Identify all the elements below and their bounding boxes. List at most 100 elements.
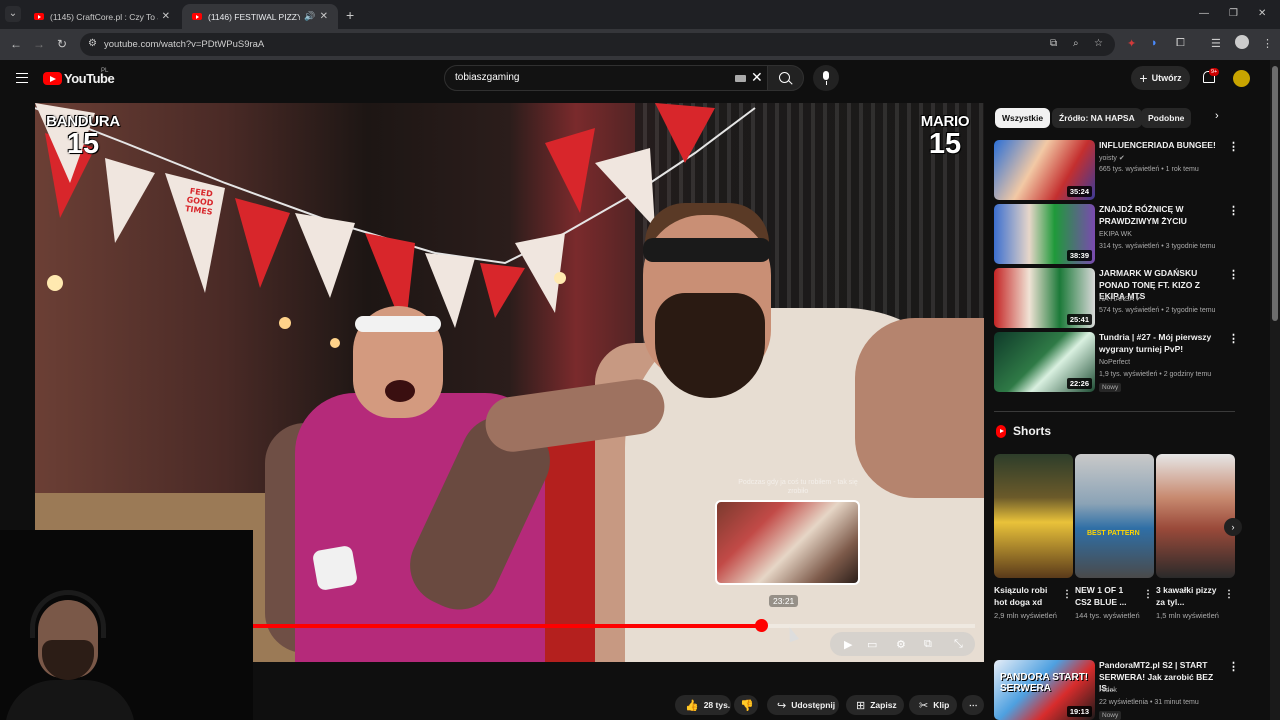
close-window-button[interactable]: ✕ — [1258, 8, 1266, 19]
extension-icon[interactable]: ◗ — [1151, 37, 1158, 49]
shorts-next-arrow-icon[interactable]: › — [1224, 518, 1242, 536]
video-thumbnail[interactable]: PANDORA START! SERWERA 19:13 — [994, 660, 1095, 720]
clip-button[interactable]: ✂ Klip — [909, 695, 957, 715]
browser-menu-icon[interactable]: ⋮ — [1262, 37, 1273, 50]
tab-title: (1146) FESTIWAL PIZZY NA — [208, 11, 301, 22]
video-title[interactable]: PandoraMT2.pl S2 | START SERWERA! Jak za… — [1099, 660, 1224, 695]
video-thumbnail[interactable]: 22:26 — [994, 332, 1095, 392]
more-options-icon[interactable]: ⋮ — [1228, 660, 1239, 673]
more-options-icon[interactable]: ⋮ — [1228, 140, 1239, 153]
speaker-icon[interactable]: 🔊 — [304, 11, 315, 22]
seek-preview-thumbnail — [715, 500, 860, 585]
extensions-puzzle-icon[interactable]: ⧠ — [1176, 37, 1185, 50]
short-item[interactable]: BEST PATTERN NEW 1 OF 1 CS2 BLUE ... 144… — [1075, 454, 1154, 621]
video-thumbnail[interactable]: 25:41 — [994, 268, 1095, 328]
short-item[interactable]: Ksiązulo robi hot doga xd 2,9 mln wyświe… — [994, 454, 1073, 621]
more-actions-button[interactable]: ⋯ — [962, 695, 984, 715]
subtitles-icon[interactable]: ▭ — [867, 638, 877, 651]
channel-name[interactable]: yoisty ✔ — [1099, 154, 1125, 162]
more-options-icon[interactable]: ⋮ — [1228, 204, 1239, 217]
youtube-favicon-icon — [34, 13, 44, 20]
more-options-icon[interactable]: ⋮ — [1062, 589, 1072, 600]
keyboard-icon[interactable] — [735, 75, 746, 82]
extension-icon[interactable]: ✦ — [1127, 37, 1136, 50]
save-button[interactable]: ⊞ Zapisz — [846, 695, 904, 715]
more-options-icon[interactable]: ⋮ — [1228, 268, 1239, 281]
chips-next-arrow-icon[interactable]: › — [1215, 110, 1219, 122]
search-input[interactable] — [455, 72, 725, 83]
chip-related[interactable]: Podobne — [1141, 108, 1192, 128]
youtube-logo-icon[interactable] — [43, 72, 62, 85]
like-button[interactable]: 👍 28 tys. — [675, 695, 731, 715]
player-score: 15 — [66, 128, 100, 160]
video-title[interactable]: Tundria | #27 - Mój pierwszy wygrany tur… — [1099, 332, 1224, 355]
channel-name[interactable]: NA HAPSA ✔ — [1099, 295, 1141, 303]
site-info-icon[interactable]: ⚙ — [88, 38, 97, 49]
country-code: PL — [101, 68, 109, 74]
create-button[interactable]: + Utwórz — [1131, 66, 1190, 90]
chip-source[interactable]: Źródło: NA HAPSA — [1052, 108, 1142, 128]
maximize-button[interactable]: ❐ — [1229, 8, 1238, 19]
back-arrow-icon[interactable]: ← — [10, 37, 22, 51]
more-options-icon[interactable]: ⋮ — [1224, 589, 1234, 600]
new-tab-button[interactable]: + — [346, 7, 354, 23]
voice-search-button[interactable] — [813, 65, 839, 91]
video-thumbnail[interactable]: 38:39 — [994, 204, 1095, 264]
browser-tab-active[interactable]: (1146) FESTIWAL PIZZY NA 🔊 ✕ — [182, 4, 338, 29]
progress-bar[interactable] — [253, 619, 975, 632]
close-tab-icon[interactable]: ✕ — [320, 11, 328, 22]
short-title[interactable]: NEW 1 OF 1 CS2 BLUE ... — [1075, 584, 1141, 608]
dislike-button[interactable]: 👎 — [734, 695, 758, 715]
browser-tab[interactable]: (1145) CraftCore.pl : Czy To Ju ✕ — [24, 4, 180, 29]
minimize-button[interactable]: — — [1199, 8, 1209, 19]
bookmark-star-icon[interactable]: ☆ — [1094, 38, 1103, 49]
fullscreen-icon[interactable]: ⤡ — [954, 638, 963, 651]
more-options-icon[interactable]: ⋮ — [1143, 589, 1153, 600]
video-title[interactable]: ZNAJDŹ RÓŻNICĘ W PRAWDZIWYM ŻYCIU — [1099, 204, 1224, 227]
settings-gear-icon[interactable]: ⚙ — [896, 638, 906, 651]
browser-toolbar: ← → ↻ ⚙ youtube.com/watch?v=PDtWPuS9raA … — [0, 29, 1280, 60]
video-meta: 1,9 tys. wyświetleń • 2 godziny temu — [1099, 371, 1212, 378]
clear-search-icon[interactable]: ✕ — [751, 69, 763, 86]
short-title[interactable]: Ksiązulo robi hot doga xd — [994, 584, 1060, 608]
miniplayer-icon[interactable]: ⧉ — [924, 638, 932, 651]
short-thumbnail[interactable] — [994, 454, 1073, 578]
section-divider — [994, 411, 1235, 412]
profile-avatar[interactable] — [1235, 35, 1249, 49]
recommendation-item[interactable]: 35:24 INFLUENCERIADA BUNGEE! yoisty ✔ 66… — [994, 140, 1239, 200]
forward-arrow-icon[interactable]: → — [33, 37, 45, 51]
new-badge: Nowy — [1099, 711, 1122, 720]
more-options-icon[interactable]: ⋮ — [1228, 332, 1239, 345]
channel-name[interactable]: Hidek — [1099, 687, 1117, 694]
chip-all[interactable]: Wszystkie — [995, 108, 1051, 128]
short-item[interactable]: 3 kawałki pizzy za tyl... 1,5 mln wyświe… — [1156, 454, 1235, 621]
tab-search-button[interactable]: ⌄ — [5, 6, 21, 22]
autoplay-toggle-icon[interactable]: ▶ — [844, 638, 852, 651]
share-button[interactable]: ↪ Udostępnij — [767, 695, 839, 715]
shorts-title: Shorts — [1013, 424, 1052, 438]
video-title[interactable]: INFLUENCERIADA BUNGEE! — [1099, 140, 1224, 152]
video-thumbnail[interactable]: 35:24 — [994, 140, 1095, 200]
short-thumbnail[interactable] — [1156, 454, 1235, 578]
close-tab-icon[interactable]: ✕ — [162, 11, 170, 22]
search-button[interactable] — [767, 65, 804, 91]
recommendation-item[interactable]: PANDORA START! SERWERA 19:13 PandoraMT2.… — [994, 660, 1239, 720]
short-title[interactable]: 3 kawałki pizzy za tyl... — [1156, 584, 1222, 608]
video-meta: 574 tys. wyświetleń • 2 tygodnie temu — [1099, 307, 1216, 314]
recommendation-item[interactable]: 22:26 Tundria | #27 - Mój pierwszy wygra… — [994, 332, 1239, 398]
recommendation-item[interactable]: 25:41 JARMARK W GDAŃSKU PONAD TONĘ FT. K… — [994, 268, 1239, 328]
channel-name[interactable]: EKIPA WK — [1099, 231, 1132, 238]
video-meta: 665 tys. wyświetleń • 1 rok temu — [1099, 166, 1199, 173]
install-app-icon[interactable]: ⧉ — [1050, 38, 1057, 49]
address-bar[interactable]: ⚙ youtube.com/watch?v=PDtWPuS9raA ⧉ ⌕ ☆ — [80, 33, 1115, 56]
zoom-icon[interactable]: ⌕ — [1073, 38, 1079, 49]
scrollbar-thumb[interactable] — [1272, 66, 1278, 321]
video-duration: 35:24 — [1066, 186, 1092, 197]
reading-list-icon[interactable]: ☰ — [1211, 37, 1221, 50]
channel-name[interactable]: NoPerfect — [1099, 359, 1130, 366]
recommendation-item[interactable]: 38:39 ZNAJDŹ RÓŻNICĘ W PRAWDZIWYM ŻYCIU … — [994, 204, 1239, 264]
hamburger-menu-icon[interactable] — [16, 73, 28, 83]
short-thumbnail[interactable]: BEST PATTERN — [1075, 454, 1154, 578]
account-avatar[interactable] — [1233, 70, 1250, 87]
reload-icon[interactable]: ↻ — [57, 37, 67, 51]
